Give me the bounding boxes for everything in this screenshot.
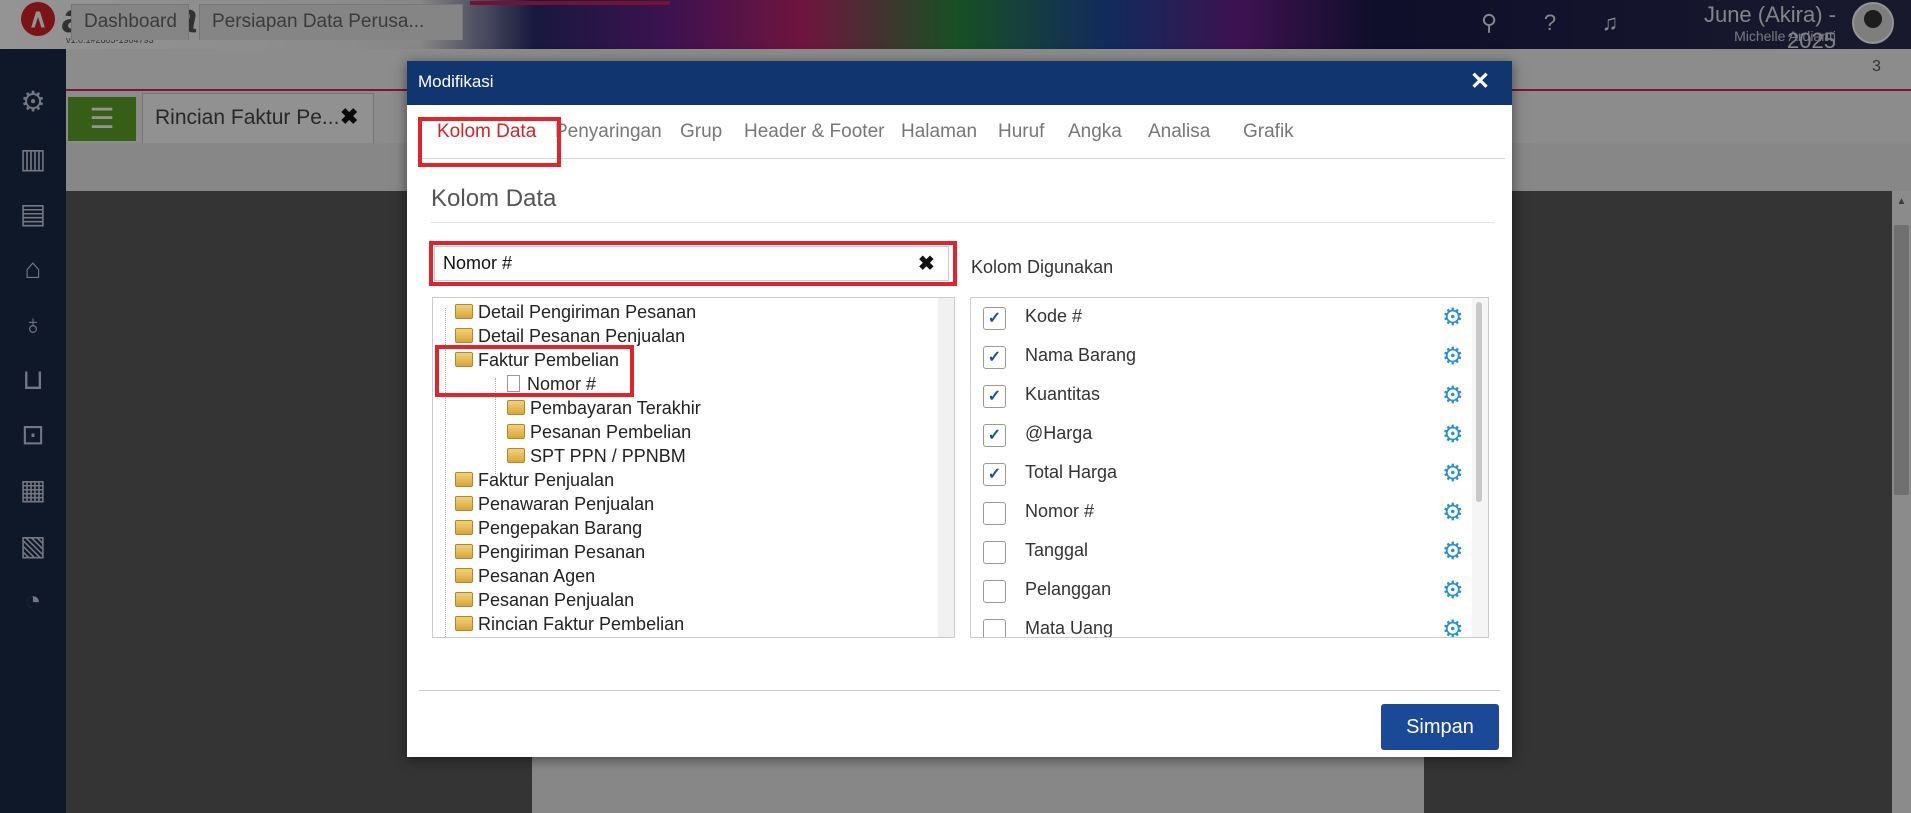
column-label: Kuantitas	[1025, 384, 1101, 404]
tree-item-label: Pesanan Pembelian	[530, 422, 692, 442]
folder-icon	[507, 448, 525, 463]
tree-item[interactable]: Pesanan Agen	[455, 564, 595, 588]
tree-item-label: Pembayaran Terakhir	[530, 398, 701, 418]
folder-icon	[455, 520, 473, 535]
gear-icon[interactable]: ⚙	[1442, 342, 1464, 371]
tree-item[interactable]: Pengiriman Pesanan	[455, 540, 645, 564]
column-row: ✓ Kuantitas ⚙	[971, 376, 1471, 415]
highlight-box-tab	[418, 117, 561, 167]
tree-item-label: Detail Pesanan Penjualan	[478, 326, 686, 346]
column-checkbox[interactable]: ✓	[983, 385, 1006, 408]
highlight-box-tree	[435, 345, 634, 397]
tree-item-label: Penawaran Penjualan	[478, 494, 655, 514]
folder-icon	[455, 328, 473, 343]
tab-huruf[interactable]: Huruf	[998, 107, 1044, 157]
column-label: Nama Barang	[1025, 345, 1137, 365]
column-row: ✓ Nama Barang ⚙	[971, 337, 1471, 376]
tree-item-label: Pengiriman Pesanan	[478, 542, 646, 562]
dialog-tabs: Kolom Data Penyaringan Grup Header & Foo…	[419, 107, 1505, 159]
gear-icon[interactable]: ⚙	[1442, 381, 1464, 410]
tab-analisa[interactable]: Analisa	[1148, 107, 1210, 157]
folder-icon	[507, 400, 525, 415]
column-checkbox[interactable]	[983, 619, 1006, 637]
tree-item-label: SPT PPN / PPNBM	[530, 446, 686, 466]
folder-icon	[507, 424, 525, 439]
tree-item-label: Detail Pengiriman Pesanan	[478, 302, 697, 322]
tree-item[interactable]: Pesanan Penjualan	[455, 588, 634, 612]
tab-grafik[interactable]: Grafik	[1243, 107, 1294, 157]
tree-item[interactable]: Pengepakan Barang	[455, 516, 642, 540]
column-label: Mata Uang	[1025, 618, 1114, 638]
save-button[interactable]: Simpan	[1381, 704, 1499, 750]
column-row: Pelanggan ⚙	[971, 571, 1471, 610]
tab-angka[interactable]: Angka	[1068, 107, 1122, 157]
tree-item-label: Rincian Faktur Pembelian	[478, 614, 685, 634]
folder-icon	[455, 568, 473, 583]
gear-icon[interactable]: ⚙	[1442, 303, 1464, 332]
folder-icon	[455, 592, 473, 607]
folder-icon	[455, 616, 473, 631]
used-columns-scrollbar-thumb[interactable]	[1476, 302, 1482, 502]
tree-item-label: Pesanan Penjualan	[478, 590, 635, 610]
column-row: Nomor # ⚙	[971, 493, 1471, 532]
gear-icon[interactable]: ⚙	[1442, 498, 1464, 527]
tree-item[interactable]: SPT PPN / PPNBM	[507, 444, 686, 468]
column-checkbox[interactable]: ✓	[983, 346, 1006, 369]
modify-dialog: Modifikasi ✕ Kolom Data Penyaringan Grup…	[407, 61, 1512, 757]
tree-item-label: Pengepakan Barang	[478, 518, 643, 538]
used-columns-list: ✓ Kode # ⚙ ✓ Nama Barang ⚙ ✓ Kuantitas ⚙…	[970, 297, 1489, 638]
dialog-title: Modifikasi	[418, 72, 494, 91]
tab-grup[interactable]: Grup	[680, 107, 722, 157]
gear-icon[interactable]: ⚙	[1442, 459, 1464, 488]
tab-penyaringan[interactable]: Penyaringan	[555, 107, 662, 157]
folder-icon	[455, 496, 473, 511]
folder-icon	[455, 304, 473, 319]
used-columns-title: Kolom Digunakan	[971, 257, 1114, 277]
tree-item[interactable]: Pembayaran Terakhir	[507, 396, 701, 420]
column-row: Mata Uang ⚙	[971, 610, 1471, 638]
divider	[431, 222, 1494, 223]
tab-halaman[interactable]: Halaman	[901, 107, 977, 157]
column-checkbox[interactable]	[983, 580, 1006, 603]
column-label: Total Harga	[1025, 462, 1118, 482]
folder-icon	[455, 472, 473, 487]
column-checkbox[interactable]	[983, 502, 1006, 525]
column-row: ✓ Total Harga ⚙	[971, 454, 1471, 493]
column-label: Tanggal	[1025, 540, 1089, 560]
column-row: Tanggal ⚙	[971, 532, 1471, 571]
column-label: Kode #	[1025, 306, 1083, 326]
tree-item[interactable]: Rincian Faktur Pembelian	[455, 612, 684, 636]
column-row: ✓ @Harga ⚙	[971, 415, 1471, 454]
section-title: Kolom Data	[431, 185, 557, 212]
column-label: @Harga	[1025, 423, 1093, 443]
dialog-header: Modifikasi ✕	[407, 61, 1512, 105]
tree-item-label: Faktur Penjualan	[478, 470, 615, 490]
tree-item[interactable]: Faktur Penjualan	[455, 468, 614, 492]
column-row: ✓ Kode # ⚙	[971, 298, 1471, 337]
column-checkbox[interactable]: ✓	[983, 463, 1006, 486]
column-label: Nomor #	[1025, 501, 1095, 521]
folder-icon	[455, 544, 473, 559]
column-checkbox[interactable]	[983, 541, 1006, 564]
close-icon[interactable]: ✕	[1470, 67, 1490, 96]
column-label: Pelanggan	[1025, 579, 1112, 599]
gear-icon[interactable]: ⚙	[1442, 576, 1464, 605]
gear-icon[interactable]: ⚙	[1442, 615, 1464, 637]
tree-item[interactable]: Pesanan Pembelian	[507, 420, 691, 444]
tab-header-footer[interactable]: Header & Footer	[744, 107, 884, 157]
column-checkbox[interactable]: ✓	[983, 424, 1006, 447]
tree-scrollbar[interactable]	[938, 298, 954, 637]
tree-item[interactable]: Penawaran Penjualan	[455, 492, 654, 516]
highlight-box-search	[429, 241, 957, 286]
gear-icon[interactable]: ⚙	[1442, 420, 1464, 449]
tree-item-label: Pesanan Agen	[478, 566, 596, 586]
tree-item[interactable]: Detail Pengiriman Pesanan	[455, 300, 696, 324]
column-checkbox[interactable]: ✓	[983, 307, 1006, 330]
gear-icon[interactable]: ⚙	[1442, 537, 1464, 566]
divider	[419, 690, 1500, 691]
